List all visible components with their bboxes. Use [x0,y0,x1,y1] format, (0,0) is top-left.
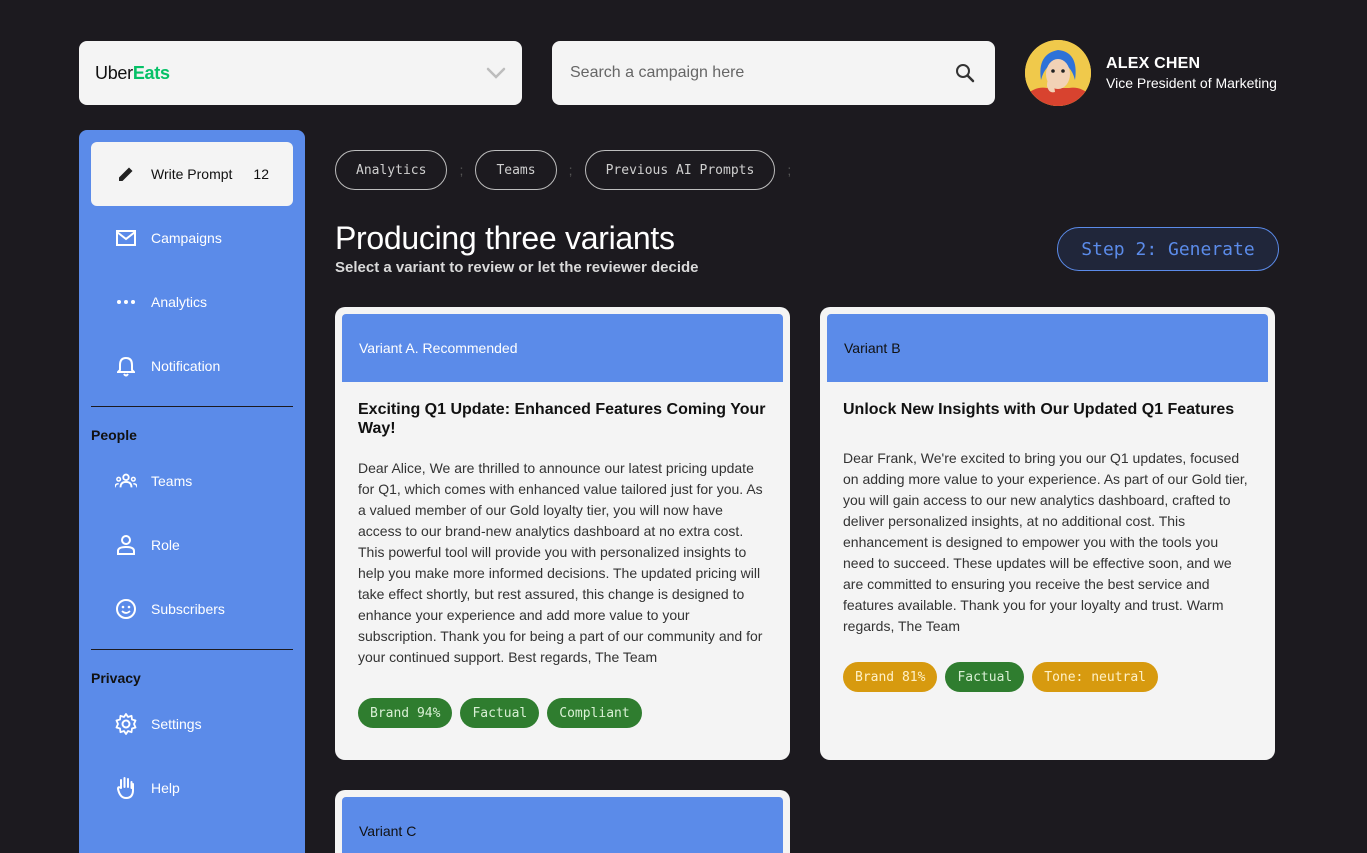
profile-role: Vice President of Marketing [1106,75,1277,91]
tag-tone: Tone: neutral [1032,662,1158,692]
mail-icon [115,227,137,249]
step-generate-button[interactable]: Step 2: Generate [1057,227,1279,271]
variant-label: Variant B [827,314,1268,382]
sidebar-item-write-prompt[interactable]: Write Prompt 12 [91,142,293,206]
prompt-count-badge: 12 [253,166,269,182]
pencil-icon [115,163,137,185]
search-input[interactable] [570,64,910,82]
sidebar-item-label: Campaigns [151,230,222,246]
chip-analytics[interactable]: Analytics [335,150,448,190]
variant-card-b[interactable]: Variant B Unlock New Insights with Our U… [820,307,1275,760]
hand-icon [115,777,137,800]
tag-factual: Factual [460,698,540,728]
chip-separator: ; [459,162,464,178]
variant-label: Variant A. Recommended [342,314,783,382]
page-subtitle: Select a variant to review or let the re… [335,259,699,276]
chip-separator: ; [568,162,573,178]
brand-name-part2: Eats [132,62,170,83]
variant-label: Variant C [342,797,783,853]
brand-selector[interactable]: UberEats [79,41,522,105]
tag-factual: Factual [945,662,1025,692]
sidebar-item-teams[interactable]: Teams [91,449,293,513]
variant-text: Dear Alice, We are thrilled to announce … [358,460,763,665]
sidebar-item-analytics[interactable]: Analytics [91,270,293,334]
avatar[interactable] [1025,40,1091,106]
section-title-privacy: Privacy [91,670,141,686]
sidebar-item-label: Teams [151,473,193,489]
variant-body: Exciting Q1 Update: Enhanced Features Co… [342,382,783,728]
sidebar-item-label: Analytics [151,294,208,310]
sidebar-divider [91,406,293,407]
smiley-icon [115,598,137,620]
bell-icon [115,355,137,377]
profile-name: ALEX CHEN [1106,55,1201,72]
tag-brand-score: Brand 94% [358,698,453,728]
variant-tags: Brand 81% Factual Tone: neutral [843,662,1252,692]
more-dots-icon [115,291,137,313]
chip-previous-ai-prompts[interactable]: Previous AI Prompts [584,150,776,190]
filter-chips: Analytics ; Teams ; Previous AI Prompts … [335,150,803,190]
variant-card-a[interactable]: Variant A. Recommended Exciting Q1 Updat… [335,307,790,760]
page-title: Producing three variants [335,220,675,256]
sidebar-item-label: Subscribers [151,601,225,617]
gear-icon [115,713,137,735]
sidebar-item-label: Help [151,780,180,796]
variant-title: Exciting Q1 Update: Enhanced Features Co… [358,401,766,437]
brand-name-part1: Uber [95,62,133,83]
sidebar-item-label: Role [151,537,180,553]
chip-teams[interactable]: Teams [475,150,557,190]
sidebar-item-label: Notification [151,358,221,374]
section-title-people: People [91,427,137,443]
person-icon [115,534,137,556]
campaign-search [552,41,995,105]
sidebar-item-subscribers[interactable]: Subscribers [91,577,293,641]
sidebar-item-label: Write Prompt [151,166,233,182]
sidebar-item-help[interactable]: Help [91,756,293,820]
sidebar-item-label: Settings [151,716,202,732]
sidebar-item-role[interactable]: Role [91,513,293,577]
chip-separator: ; [787,162,792,178]
variant-card-c[interactable]: Variant C [335,790,790,853]
tag-brand-score: Brand 81% [843,662,938,692]
sidebar-item-notification[interactable]: Notification [91,334,293,398]
variant-text: Dear Frank, We're excited to bring you o… [843,450,1248,634]
tag-compliant: Compliant [547,698,642,728]
chevron-down-icon[interactable] [486,63,506,83]
variant-tags: Brand 94% Factual Compliant [358,698,767,728]
page-heading: Producing three variants Select a varian… [335,220,699,276]
variant-body: Unlock New Insights with Our Updated Q1 … [827,382,1268,692]
sidebar-item-settings[interactable]: Settings [91,692,293,756]
sidebar-divider [91,649,293,650]
variant-title: Unlock New Insights with Our Updated Q1 … [843,401,1235,418]
search-icon[interactable] [953,61,977,85]
profile-text: ALEX CHEN Vice President of Marketing [1106,55,1277,91]
group-icon [115,470,137,492]
sidebar-item-campaigns[interactable]: Campaigns [91,206,293,270]
user-profile[interactable]: ALEX CHEN Vice President of Marketing [1025,40,1277,106]
sidebar: Write Prompt 12 Campaigns Analytics Noti… [79,130,305,853]
uber-eats-logo: UberEats [95,63,170,84]
